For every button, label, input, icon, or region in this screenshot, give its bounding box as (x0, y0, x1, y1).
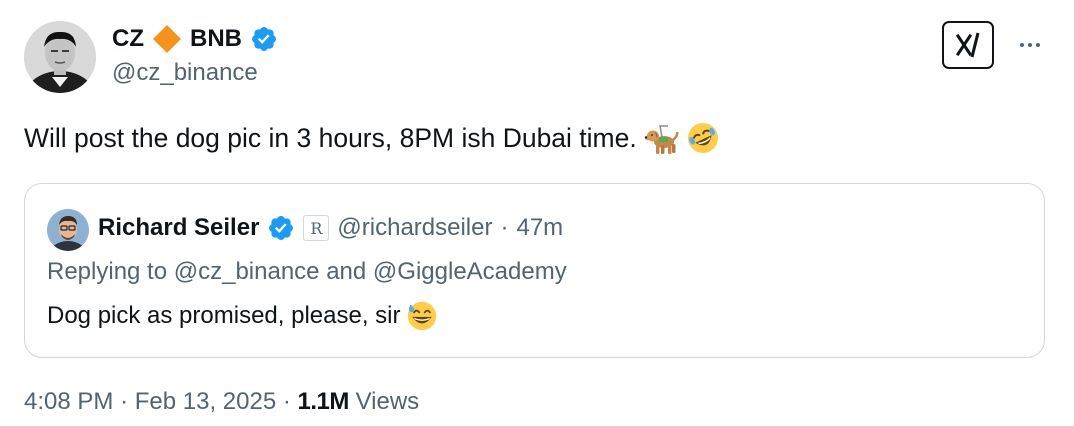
views-label[interactable]: Views (356, 388, 420, 415)
author-name-second[interactable]: BNB (190, 25, 242, 53)
affiliate-badge-icon[interactable]: R (303, 215, 330, 241)
replying-label: Replying to (47, 258, 168, 285)
quote-author-handle[interactable]: @richardseiler (337, 214, 492, 242)
author-name-first[interactable]: CZ (112, 25, 144, 53)
tweet-time[interactable]: 4:08 PM (24, 388, 113, 415)
quote-text-row: Dog pick as promised, please, sir (47, 300, 438, 332)
quote-meta-separator: · (500, 214, 509, 241)
replying-mention-2[interactable]: @GiggleAcademy (373, 258, 567, 285)
replying-and: and (326, 258, 367, 285)
tweet-text: Will post the dog pic in 3 hours, 8PM is… (24, 123, 637, 153)
grinning-sweat-emoji-icon (408, 301, 437, 331)
grok-button[interactable] (942, 21, 994, 69)
more-dot (1020, 43, 1024, 47)
more-button[interactable] (1010, 28, 1050, 62)
quote-replying-to: Replying to @cz_binance and @GiggleAcade… (47, 258, 567, 286)
footer-separator: · (282, 388, 291, 415)
tweet-footer: 4:08 PM · Feb 13, 2025 · 1.1M Views (24, 388, 419, 416)
quote-time-ago[interactable]: 47m (516, 214, 563, 242)
quote-text: Dog pick as promised, please, sir (47, 302, 401, 329)
footer-separator: · (120, 388, 129, 415)
replying-mention-1[interactable]: @cz_binance (174, 258, 320, 285)
quote-verified-badge-icon[interactable] (267, 214, 295, 242)
more-dot (1028, 43, 1032, 47)
views-count[interactable]: 1.1M (298, 388, 350, 415)
tweet-text-row: Will post the dog pic in 3 hours, 8PM is… (24, 120, 721, 156)
author-avatar[interactable] (24, 21, 96, 93)
guide-dog-emoji-icon (644, 125, 679, 154)
more-dot (1036, 43, 1040, 47)
orange-diamond-icon (152, 24, 182, 54)
quoted-tweet-card[interactable]: Richard Seiler R @richardseiler · 47m Re… (24, 183, 1045, 358)
author-handle[interactable]: @cz_binance (112, 59, 258, 87)
quote-author-avatar[interactable] (47, 209, 89, 251)
tweet-date[interactable]: Feb 13, 2025 (135, 388, 276, 415)
quote-author-name[interactable]: Richard Seiler (98, 214, 259, 242)
rolling-laughing-emoji-icon (687, 123, 718, 153)
quote-name-row: Richard Seiler R @richardseiler · 47m (98, 211, 563, 245)
author-name-row[interactable]: CZ BNB (112, 22, 278, 56)
grok-icon (955, 32, 980, 58)
verified-badge-icon[interactable] (250, 25, 278, 53)
